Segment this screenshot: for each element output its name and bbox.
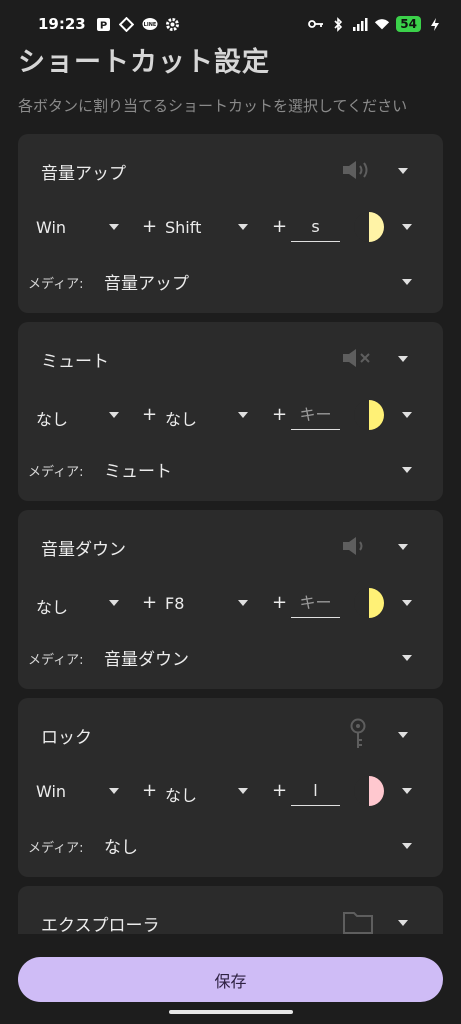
status-time: 19:23	[38, 15, 86, 33]
plus-sign: +	[142, 216, 158, 237]
svg-text:LINE: LINE	[143, 22, 156, 28]
wifi-icon	[374, 16, 390, 32]
card-expand-button[interactable]	[398, 356, 408, 362]
home-indicator	[169, 1010, 293, 1014]
page-subtitle: 各ボタンに割り当てるショートカットを選択してください	[18, 97, 408, 115]
card-name: エクスプローラ	[41, 916, 160, 934]
card-name: 音量ダウン	[41, 540, 126, 560]
line-icon: LINE	[142, 16, 158, 32]
card-name: ロック	[41, 728, 92, 748]
card-expand-button[interactable]	[398, 544, 408, 550]
page-title: ショートカット設定	[18, 47, 270, 78]
plus-sign: +	[142, 592, 158, 613]
modifier-2-select[interactable]: F8	[165, 594, 184, 613]
key-input[interactable]: キー	[291, 590, 340, 618]
chevron-down-icon[interactable]	[402, 788, 412, 794]
card-expand-button[interactable]	[398, 168, 408, 174]
color-fill	[369, 212, 384, 242]
key-input[interactable]: s	[291, 214, 340, 242]
color-picker[interactable]	[354, 776, 384, 806]
signal-icon	[352, 16, 368, 32]
chevron-down-icon[interactable]	[402, 843, 412, 849]
modifier-1-select[interactable]: なし	[36, 594, 68, 618]
shortcut-card-volume-up: 音量アップ Win + Shift + s メディア: 音量アップ	[18, 134, 443, 313]
mute-icon	[340, 344, 376, 372]
card-expand-button[interactable]	[398, 732, 408, 738]
chevron-down-icon[interactable]	[238, 788, 248, 794]
save-button[interactable]: 保存	[18, 957, 443, 1002]
media-select[interactable]: 音量ダウン	[104, 645, 189, 670]
chevron-down-icon[interactable]	[402, 655, 412, 661]
color-fill	[369, 588, 384, 618]
modifier-1-select[interactable]: Win	[36, 218, 66, 237]
color-fill	[369, 776, 384, 806]
color-picker[interactable]	[354, 212, 384, 242]
key-input[interactable]: l	[291, 778, 340, 806]
shortcut-card-volume-down: 音量ダウン なし + F8 + キー メディア: 音量ダウン	[18, 510, 443, 689]
svg-text:P: P	[100, 20, 107, 31]
battery-level: 54	[396, 16, 421, 32]
card-name: 音量アップ	[41, 164, 126, 184]
modifier-1-select[interactable]: なし	[36, 406, 68, 430]
modifier-2-select[interactable]: Shift	[165, 218, 201, 237]
bluetooth-icon	[330, 16, 346, 32]
volume-up-icon	[340, 156, 376, 184]
chevron-down-icon[interactable]	[109, 224, 119, 230]
plus-sign: +	[272, 592, 288, 613]
media-label: メディア:	[28, 465, 84, 480]
chevron-down-icon[interactable]	[402, 279, 412, 285]
modifier-1-select[interactable]: Win	[36, 782, 66, 801]
media-select[interactable]: ミュート	[104, 457, 172, 482]
gear-icon	[165, 16, 181, 32]
color-fill	[369, 400, 384, 430]
media-label: メディア:	[28, 277, 84, 292]
plus-sign: +	[272, 780, 288, 801]
media-select[interactable]: なし	[104, 833, 138, 858]
shortcut-card-explorer: エクスプローラ	[18, 886, 443, 934]
key-input[interactable]: キー	[291, 402, 340, 430]
plus-sign: +	[142, 780, 158, 801]
lock-key-icon	[340, 718, 376, 748]
chevron-down-icon[interactable]	[109, 788, 119, 794]
color-picker[interactable]	[354, 588, 384, 618]
shortcut-card-lock: ロック Win + なし + l メディア: なし	[18, 698, 443, 877]
charging-icon	[427, 16, 443, 32]
modifier-2-select[interactable]: なし	[165, 406, 197, 430]
plus-sign: +	[272, 404, 288, 425]
chevron-down-icon[interactable]	[238, 224, 248, 230]
volume-down-icon	[340, 532, 376, 560]
chevron-down-icon[interactable]	[402, 224, 412, 230]
media-label: メディア:	[28, 653, 84, 668]
chevron-down-icon[interactable]	[402, 412, 412, 418]
shortcut-card-mute: ミュート なし + なし + キー メディア: ミュート	[18, 322, 443, 501]
chevron-down-icon[interactable]	[238, 600, 248, 606]
media-select[interactable]: 音量アップ	[104, 269, 189, 294]
chevron-down-icon[interactable]	[109, 600, 119, 606]
card-name: ミュート	[41, 352, 109, 372]
chevron-down-icon[interactable]	[109, 412, 119, 418]
plus-sign: +	[272, 216, 288, 237]
key-icon	[308, 16, 324, 32]
color-picker[interactable]	[354, 400, 384, 430]
chevron-down-icon[interactable]	[402, 467, 412, 473]
chevron-down-icon[interactable]	[238, 412, 248, 418]
diamond-icon	[119, 16, 135, 32]
media-label: メディア:	[28, 841, 84, 856]
modifier-2-select[interactable]: なし	[165, 782, 197, 806]
plus-sign: +	[142, 404, 158, 425]
card-expand-button[interactable]	[398, 920, 408, 926]
chevron-down-icon[interactable]	[402, 600, 412, 606]
p-box-icon: P	[96, 16, 112, 32]
shortcut-list[interactable]: 音量アップ Win + Shift + s メディア: 音量アップ ミュート な…	[18, 134, 443, 934]
folder-icon	[340, 908, 376, 934]
